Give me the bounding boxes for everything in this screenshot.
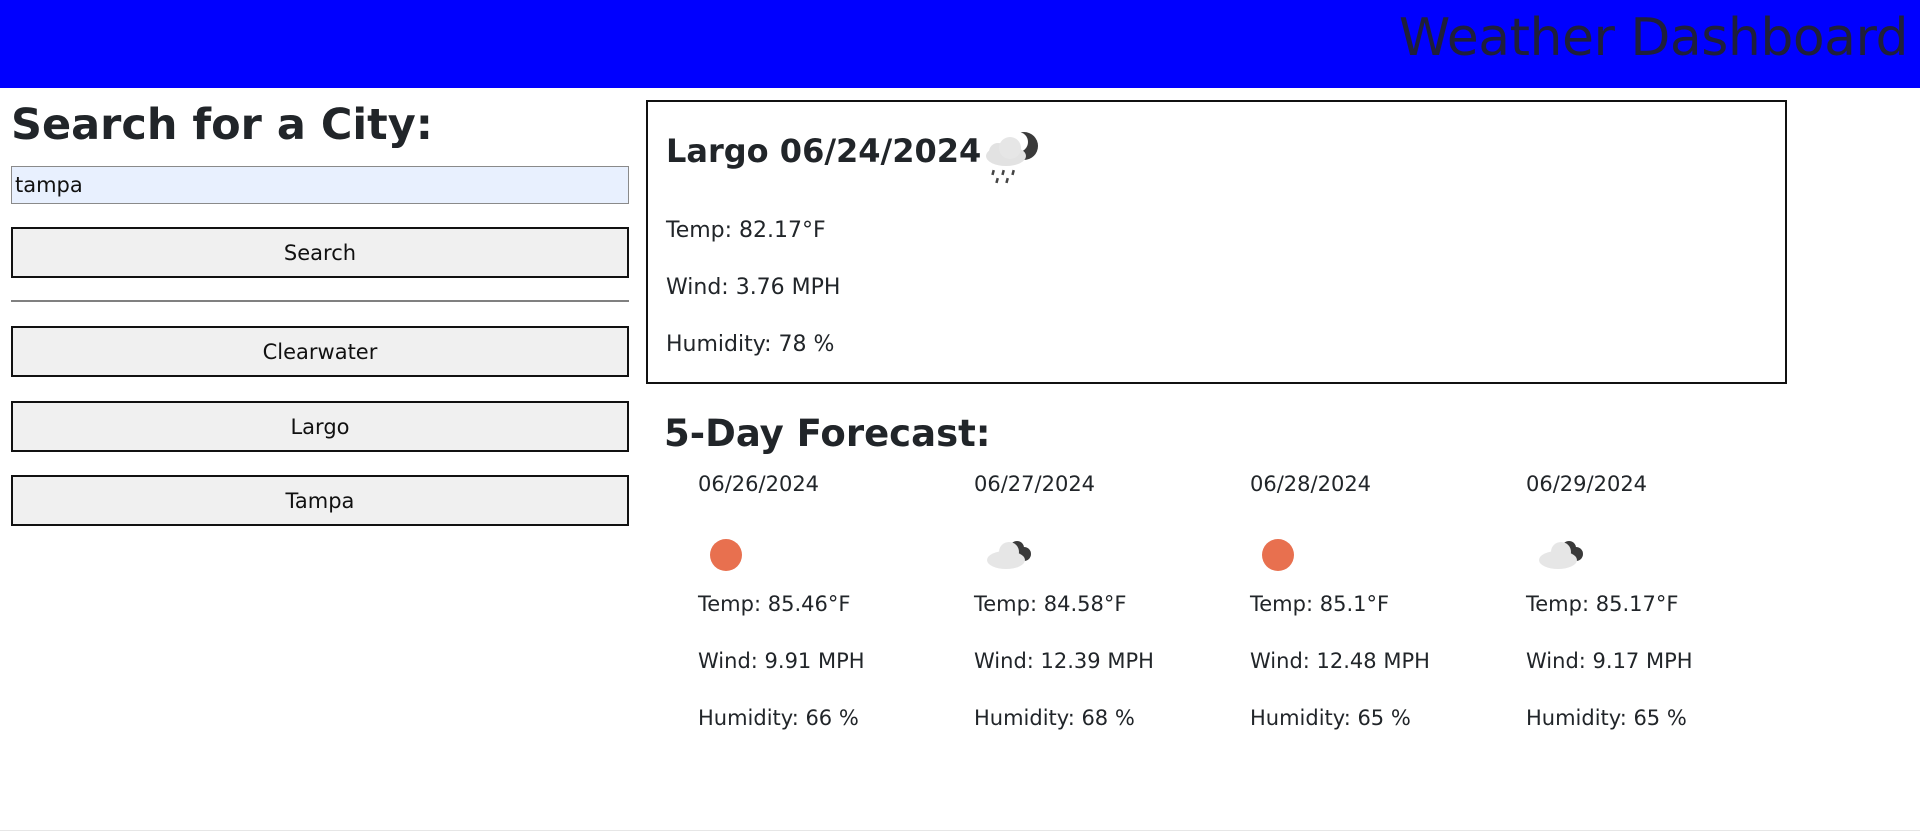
forecast-temp: Temp: 85.17°F [1526, 592, 1679, 616]
current-temp: Temp: 82.17°F [666, 218, 826, 243]
current-humidity: Humidity: 78 % [666, 332, 835, 357]
forecast-wind: Wind: 9.91 MPH [698, 649, 865, 673]
forecast-date: 06/29/2024 [1526, 472, 1648, 496]
forecast-title: 5-Day Forecast: [664, 412, 991, 455]
history-button-tampa[interactable]: Tampa [11, 475, 629, 526]
forecast-humidity: Humidity: 68 % [974, 706, 1135, 730]
forecast-wind: Wind: 9.17 MPH [1526, 649, 1693, 673]
forecast-date: 06/26/2024 [698, 472, 820, 496]
rain-night-icon [986, 132, 1038, 184]
forecast-card: 06/26/2024 Temp: 85.46°F Wind: 9.91 MPH … [698, 468, 958, 738]
page-bottom-rule [0, 830, 1920, 831]
forecast-temp: Temp: 84.58°F [974, 592, 1127, 616]
forecast-temp: Temp: 85.1°F [1250, 592, 1390, 616]
forecast-humidity: Humidity: 65 % [1526, 706, 1687, 730]
cloud-icon [1539, 541, 1583, 569]
city-search-input[interactable] [11, 166, 629, 204]
forecast-card: 06/28/2024 Temp: 85.1°F Wind: 12.48 MPH … [1250, 468, 1510, 738]
forecast-wind: Wind: 12.39 MPH [974, 649, 1154, 673]
forecast-date: 06/27/2024 [974, 472, 1096, 496]
forecast-humidity: Humidity: 65 % [1250, 706, 1411, 730]
sun-icon [1262, 539, 1294, 571]
current-wind: Wind: 3.76 MPH [666, 275, 841, 300]
history-button-clearwater[interactable]: Clearwater [11, 326, 629, 377]
current-weather-card: Largo 06/24/2024 Temp: 82.17°F Wind: 3.7… [646, 100, 1787, 384]
forecast-card: 06/27/2024 Temp: 84.58°F Wind: 12.39 MPH… [974, 468, 1234, 738]
cloud-icon [987, 541, 1031, 569]
forecast-date: 06/28/2024 [1250, 472, 1372, 496]
forecast-humidity: Humidity: 66 % [698, 706, 859, 730]
forecast-temp: Temp: 85.46°F [698, 592, 851, 616]
sun-icon [710, 539, 742, 571]
divider [11, 300, 629, 302]
current-city-date: Largo 06/24/2024 [666, 132, 982, 170]
search-button[interactable]: Search [11, 227, 629, 278]
forecast-card: 06/29/2024 Temp: 85.17°F Wind: 9.17 MPH … [1526, 468, 1786, 738]
app-header: Weather Dashboard [0, 0, 1920, 88]
search-title: Search for a City: [11, 100, 433, 150]
app-title: Weather Dashboard [1398, 8, 1909, 68]
history-button-largo[interactable]: Largo [11, 401, 629, 452]
forecast-wind: Wind: 12.48 MPH [1250, 649, 1430, 673]
